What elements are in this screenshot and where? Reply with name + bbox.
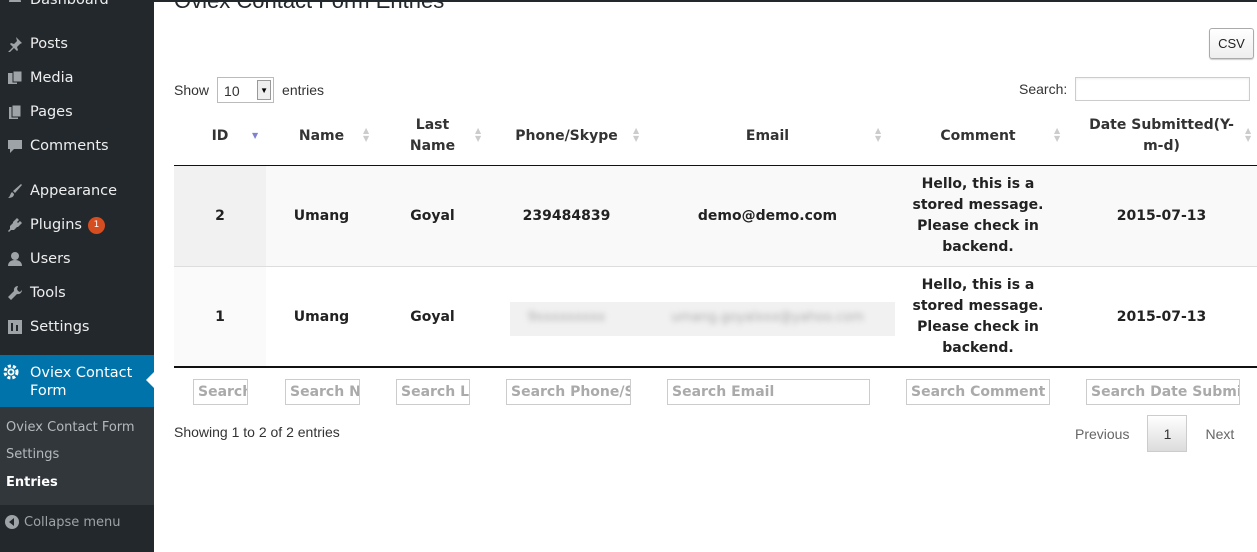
cell-last-name: Goyal <box>410 308 455 325</box>
menu-item-dashboard[interactable]: Dashboard <box>0 0 154 17</box>
column-header-last-name[interactable]: Last Name ▲ ▼ <box>377 106 488 166</box>
search-last-name-input[interactable]: Search Last Name <box>396 379 470 405</box>
pagination: Previous 1 Next <box>1075 415 1234 452</box>
cell-id: 1 <box>215 308 225 325</box>
cell-email-redacted: umang.goyalxxx@yahoo.com <box>671 309 864 325</box>
menu-item-tools[interactable]: Tools <box>0 276 154 310</box>
gear-icon <box>2 363 22 385</box>
cell-name: Umang <box>293 308 350 325</box>
length-value: 10 <box>224 83 240 99</box>
column-header-email[interactable]: Email ▲ ▼ <box>645 106 890 166</box>
previous-button[interactable]: Previous <box>1075 426 1129 442</box>
comments-icon <box>0 138 30 154</box>
menu-label: Dashboard <box>30 0 109 8</box>
sort-icon: ▲ ▼ <box>363 126 370 143</box>
cell-comment: Hello, this is a stored message. Please … <box>912 277 1044 356</box>
cell-name: Umang <box>293 207 350 224</box>
active-menu-arrow <box>146 372 154 388</box>
update-count-badge: 1 <box>87 216 105 234</box>
menu-item-settings[interactable]: Settings <box>0 310 154 344</box>
cell-last-name: Goyal <box>410 207 455 224</box>
entries-label: entries <box>282 82 325 98</box>
sort-icon: ▲ ▼ <box>1245 126 1252 143</box>
column-header-phone[interactable]: Phone/Skype ▲ ▼ <box>488 106 645 166</box>
dashboard-icon <box>0 0 30 8</box>
submenu: Oviex Contact Form Settings Entries <box>0 407 154 505</box>
column-header-comment[interactable]: Comment ▲ ▼ <box>890 106 1066 166</box>
pin-icon <box>0 36 30 52</box>
menu-item-oviex-contact-form[interactable]: Oviex Contact Form <box>0 355 154 407</box>
submenu-item-settings[interactable]: Settings <box>6 447 59 462</box>
table-row[interactable]: 2 Umang Goyal 239484839 demo@demo.com He… <box>174 166 1257 267</box>
entries-table: ID ▼ Name ▲ ▼ Last Name ▲ ▼ Phone/Skype ▲ ▼… <box>174 106 1257 368</box>
column-header-date[interactable]: Date Submitted(Y-m-d) ▲ ▼ <box>1066 106 1257 166</box>
wrench-icon <box>0 285 30 301</box>
menu-label: Pages <box>30 104 73 120</box>
search-phone-input[interactable]: Search Phone/Skype <box>506 379 631 405</box>
cell-date: 2015-07-13 <box>1116 207 1207 224</box>
menu-label: Appearance <box>30 183 118 199</box>
sort-icon: ▲ ▼ <box>875 126 882 143</box>
column-header-id[interactable]: ID ▼ <box>174 106 266 166</box>
table-search: Search: <box>1019 77 1251 101</box>
menu-label: Settings <box>30 319 90 335</box>
sort-icon: ▲ ▼ <box>633 126 640 143</box>
menu-label: Oviex Contact Form <box>30 365 133 399</box>
entries-length-control: Show 10 ▼ entries <box>174 77 324 103</box>
menu-label: Plugins <box>30 217 82 233</box>
menu-label: Media <box>30 70 74 86</box>
menu-label: Posts <box>30 36 68 52</box>
next-button[interactable]: Next <box>1205 426 1234 442</box>
sort-desc-icon: ▼ <box>252 131 259 140</box>
sort-icon: ▲ ▼ <box>475 126 482 143</box>
menu-label: Tools <box>30 285 66 301</box>
cell-id: 2 <box>215 207 225 224</box>
collapse-menu-button[interactable]: Collapse menu <box>0 508 154 536</box>
admin-sidebar: Dashboard Posts Media Pages Comments App… <box>0 0 154 552</box>
menu-item-appearance[interactable]: Appearance <box>0 174 154 208</box>
table-info: Showing 1 to 2 of 2 entries <box>174 424 340 440</box>
chevron-down-icon: ▼ <box>257 80 272 100</box>
user-icon <box>0 251 30 267</box>
page-title: Oviex Contact Form Entries <box>174 0 445 13</box>
table-row[interactable]: 1 Umang Goyal 9xxxxxxxxx umang.goyalxxx@… <box>174 267 1257 368</box>
menu-label: Comments <box>30 138 109 154</box>
show-label: Show <box>174 82 210 98</box>
plugin-icon <box>0 217 30 233</box>
search-label: Search: <box>1019 81 1068 97</box>
menu-item-posts[interactable]: Posts <box>0 27 154 61</box>
search-comment-input[interactable]: Search Comment <box>906 379 1050 405</box>
search-input[interactable] <box>1075 77 1251 101</box>
menu-item-pages[interactable]: Pages <box>0 95 154 129</box>
entries-length-select[interactable]: 10 ▼ <box>217 77 275 103</box>
cell-phone: 239484839 <box>522 207 611 224</box>
media-icon <box>0 70 30 86</box>
column-header-name[interactable]: Name ▲ ▼ <box>266 106 377 166</box>
submenu-item-entries[interactable]: Entries <box>6 475 58 490</box>
cell-email: demo@demo.com <box>697 207 838 224</box>
menu-item-users[interactable]: Users <box>0 242 154 276</box>
menu-item-media[interactable]: Media <box>0 61 154 95</box>
sort-icon: ▲ ▼ <box>1054 126 1061 143</box>
csv-export-button[interactable]: CSV <box>1209 28 1254 59</box>
pages-icon <box>0 104 30 120</box>
settings-icon <box>0 319 30 335</box>
cell-comment: Hello, this is a stored message. Please … <box>912 176 1044 255</box>
collapse-label: Collapse menu <box>24 514 121 530</box>
page-button-1[interactable]: 1 <box>1147 415 1188 452</box>
menu-label: Users <box>30 251 71 267</box>
cell-date: 2015-07-13 <box>1116 308 1207 325</box>
menu-item-comments[interactable]: Comments <box>0 129 154 163</box>
brush-icon <box>0 183 30 199</box>
table-header: ID ▼ Name ▲ ▼ Last Name ▲ ▼ Phone/Skype ▲ ▼… <box>174 106 1257 166</box>
search-date-input[interactable]: Search Date Submitted(Y-m-d) <box>1086 379 1240 405</box>
search-email-input[interactable]: Search Email <box>667 379 870 405</box>
menu-item-plugins[interactable]: Plugins 1 <box>0 208 154 242</box>
table-footer-border <box>174 366 1257 368</box>
cell-phone-redacted: 9xxxxxxxxx <box>527 309 606 325</box>
search-name-input[interactable]: Search Name <box>285 379 360 405</box>
collapse-icon <box>0 514 24 530</box>
submenu-item-oviex-contact-form[interactable]: Oviex Contact Form <box>6 420 135 435</box>
search-id-input[interactable]: Search ID <box>193 379 248 405</box>
